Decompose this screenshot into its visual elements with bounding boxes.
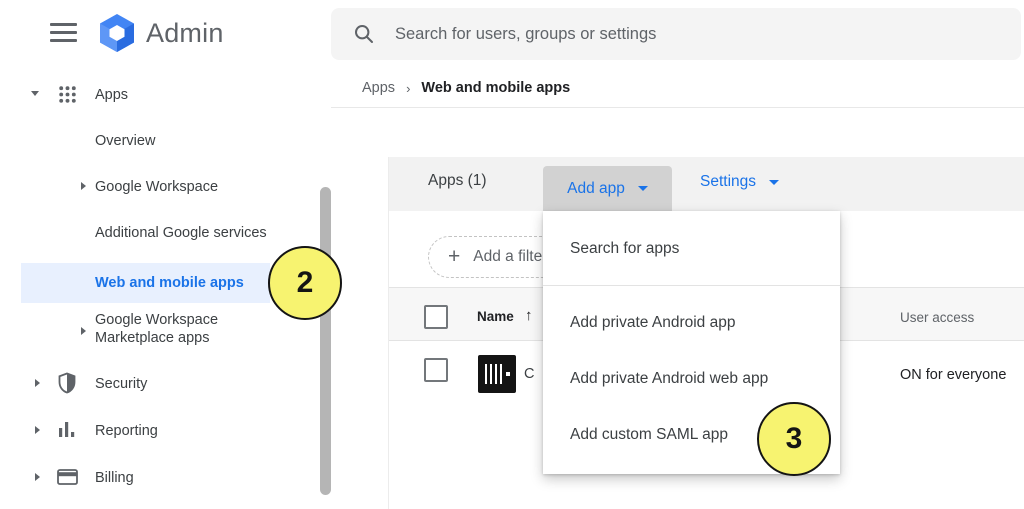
add-app-label: Add app bbox=[567, 180, 625, 198]
chevron-down-icon bbox=[769, 180, 779, 185]
sidebar-item-google-workspace[interactable]: Google Workspace bbox=[95, 178, 218, 196]
breadcrumb-parent[interactable]: Apps bbox=[362, 80, 395, 96]
breadcrumb-current: Web and mobile apps bbox=[421, 80, 570, 96]
sidebar-item-reporting[interactable]: Reporting bbox=[95, 422, 158, 440]
app-name-cell[interactable]: C bbox=[524, 366, 534, 382]
sidebar-item-additional-google-services[interactable]: Additional Google services bbox=[95, 224, 267, 242]
menu-item-add-private-android-app[interactable]: Add private Android app bbox=[570, 313, 735, 333]
menu-item-search-for-apps[interactable]: Search for apps bbox=[570, 239, 679, 259]
annotation-step-2-badge: 2 bbox=[268, 246, 342, 320]
logo-bar bbox=[490, 364, 493, 384]
sidebar-scrollbar[interactable] bbox=[320, 187, 331, 495]
user-access-cell: ON for everyone bbox=[900, 367, 1006, 383]
chevron-right-icon[interactable] bbox=[35, 426, 40, 434]
reporting-chart-icon bbox=[58, 421, 76, 438]
app-title: Admin bbox=[146, 18, 224, 49]
header-divider bbox=[331, 107, 1024, 108]
apps-count-label: Apps (1) bbox=[428, 172, 487, 190]
hamburger-bar bbox=[50, 39, 77, 42]
settings-button[interactable]: Settings bbox=[700, 173, 779, 191]
sidebar-item-security[interactable]: Security bbox=[95, 375, 147, 393]
logo-bar bbox=[500, 364, 503, 384]
chevron-right-icon[interactable] bbox=[35, 379, 40, 387]
chevron-right-icon[interactable] bbox=[81, 327, 86, 335]
sidebar-item-billing[interactable]: Billing bbox=[95, 469, 134, 487]
billing-card-icon bbox=[57, 469, 78, 485]
breadcrumb: Apps › Web and mobile apps bbox=[362, 80, 570, 96]
menu-item-add-private-android-web-app[interactable]: Add private Android web app bbox=[570, 369, 768, 389]
search-icon bbox=[354, 24, 374, 44]
logo-dot bbox=[506, 372, 510, 376]
security-shield-icon bbox=[57, 372, 77, 394]
column-header-name[interactable]: Name bbox=[477, 309, 514, 324]
chevron-down-icon bbox=[638, 186, 648, 191]
app-logo-icon bbox=[478, 355, 516, 393]
sidebar-item-apps[interactable]: Apps bbox=[95, 86, 128, 104]
chevron-down-icon[interactable] bbox=[31, 91, 39, 96]
search-input[interactable] bbox=[393, 24, 957, 45]
admin-logo-icon bbox=[97, 13, 137, 53]
sort-ascending-icon[interactable]: ↑ bbox=[525, 307, 533, 324]
sidebar-item-label: Web and mobile apps bbox=[95, 275, 244, 291]
menu-divider bbox=[543, 285, 840, 286]
menu-item-add-custom-saml-app[interactable]: Add custom SAML app bbox=[570, 425, 728, 445]
settings-label: Settings bbox=[700, 173, 756, 191]
logo-bar bbox=[495, 364, 498, 384]
breadcrumb-separator-icon: › bbox=[406, 81, 410, 96]
apps-grid-icon bbox=[57, 84, 78, 105]
chevron-right-icon[interactable] bbox=[35, 473, 40, 481]
column-header-user-access[interactable]: User access bbox=[900, 310, 974, 325]
global-search-bar[interactable] bbox=[331, 8, 1021, 60]
hamburger-bar bbox=[50, 31, 77, 34]
hamburger-menu-icon[interactable] bbox=[50, 23, 77, 42]
logo-bar bbox=[485, 364, 488, 384]
sidebar-item-web-and-mobile-apps[interactable]: Web and mobile apps bbox=[21, 263, 270, 303]
sidebar-item-marketplace-apps[interactable]: Google Workspace Marketplace apps bbox=[95, 311, 273, 347]
row-checkbox[interactable] bbox=[424, 358, 448, 382]
select-all-checkbox[interactable] bbox=[424, 305, 448, 329]
chevron-right-icon[interactable] bbox=[81, 182, 86, 190]
add-filter-label: Add a filter bbox=[473, 248, 547, 266]
add-app-button[interactable]: Add app bbox=[543, 166, 672, 211]
plus-icon: + bbox=[448, 245, 460, 269]
sidebar-item-overview[interactable]: Overview bbox=[95, 132, 155, 150]
hamburger-bar bbox=[50, 23, 77, 26]
annotation-step-3-badge: 3 bbox=[757, 402, 831, 476]
